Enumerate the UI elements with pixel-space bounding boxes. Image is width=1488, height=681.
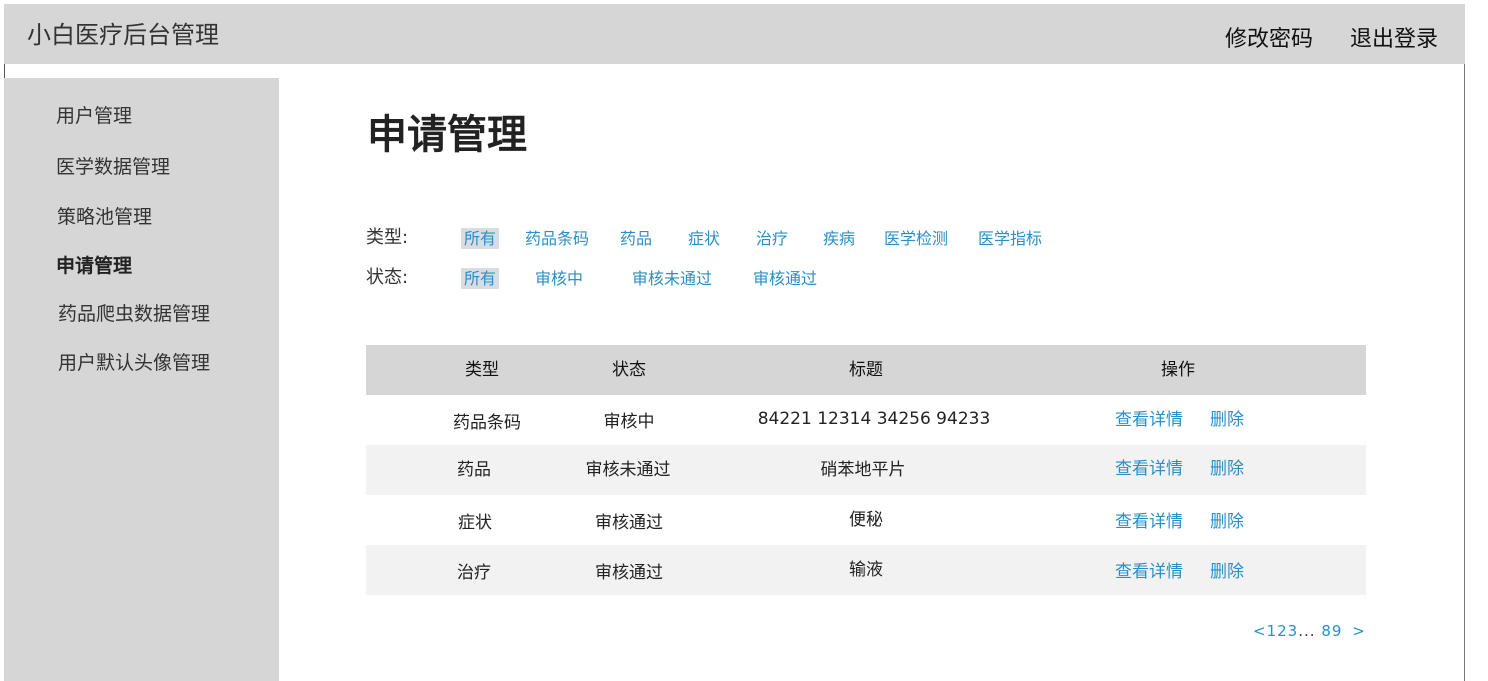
- pagination-next-button[interactable]: >: [1352, 622, 1366, 640]
- pagination: <123... 89 >: [1253, 624, 1366, 639]
- sidebar-nav: 用户管理 医学数据管理 策略池管理 申请管理 药品爬虫数据管理 用户默认头像管理: [4, 78, 279, 681]
- column-header-status: 状态: [612, 360, 646, 380]
- row-status: 审核未通过: [585, 460, 671, 480]
- row-title: 硝苯地平片: [820, 460, 906, 480]
- frame-right-border: [1464, 64, 1465, 681]
- sidebar-item-application-management[interactable]: 申请管理: [56, 257, 132, 276]
- status-filter-reviewing[interactable]: 审核中: [532, 268, 586, 289]
- change-password-link[interactable]: 修改密码: [1225, 29, 1313, 51]
- row-title: 84221 12314 34256 94233: [757, 409, 991, 429]
- status-filter-rejected[interactable]: 审核未通过: [629, 268, 715, 289]
- row-type: 药品条码: [453, 413, 521, 433]
- row-title: 便秘: [849, 510, 883, 530]
- type-filter-label: 类型:: [366, 227, 409, 248]
- view-details-link[interactable]: 查看详情: [1115, 461, 1183, 478]
- row-type: 症状: [458, 513, 492, 533]
- type-filter-symptom[interactable]: 症状: [685, 228, 723, 249]
- delete-link[interactable]: 删除: [1210, 514, 1244, 531]
- type-filter-drug[interactable]: 药品: [617, 228, 655, 249]
- table-header: 类型 状态 标题 操作: [366, 345, 1366, 395]
- pagination-page-2[interactable]: 2: [1277, 622, 1288, 640]
- pagination-page-1[interactable]: 1: [1267, 622, 1278, 640]
- row-title: 输液: [849, 560, 883, 580]
- row-type: 药品: [457, 460, 491, 480]
- sidebar-item-user-management[interactable]: 用户管理: [56, 107, 132, 126]
- column-header-actions: 操作: [1161, 360, 1195, 380]
- sidebar-item-default-avatar[interactable]: 用户默认头像管理: [58, 354, 210, 373]
- pagination-ellipsis: ...: [1298, 622, 1316, 640]
- view-details-link[interactable]: 查看详情: [1115, 412, 1183, 429]
- logout-link[interactable]: 退出登录: [1350, 29, 1438, 51]
- status-filter-label: 状态:: [366, 267, 409, 288]
- view-details-link[interactable]: 查看详情: [1115, 514, 1183, 531]
- frame-left-border: [4, 64, 5, 78]
- type-filter-disease[interactable]: 疾病: [820, 228, 858, 249]
- sidebar-item-medical-data[interactable]: 医学数据管理: [56, 158, 170, 177]
- column-header-type: 类型: [465, 360, 499, 380]
- status-filter-all[interactable]: 所有: [461, 268, 500, 289]
- type-filter-treatment[interactable]: 治疗: [753, 228, 791, 249]
- sidebar-item-strategy-pool[interactable]: 策略池管理: [57, 208, 152, 227]
- type-filter-drug-barcode[interactable]: 药品条码: [522, 228, 592, 249]
- type-filter-medical-indicator[interactable]: 医学指标: [975, 228, 1045, 249]
- delete-link[interactable]: 删除: [1210, 461, 1244, 478]
- pagination-page-9[interactable]: 9: [1332, 622, 1343, 640]
- delete-link[interactable]: 删除: [1210, 412, 1244, 429]
- delete-link[interactable]: 删除: [1210, 564, 1244, 581]
- pagination-page-8[interactable]: 8: [1321, 622, 1332, 640]
- view-details-link[interactable]: 查看详情: [1115, 564, 1183, 581]
- column-header-title: 标题: [849, 360, 883, 380]
- row-status: 审核中: [603, 412, 655, 432]
- table-row: 药品条码 审核中 84221 12314 34256 94233 查看详情 删除: [366, 395, 1366, 445]
- pagination-page-3[interactable]: 3: [1288, 622, 1299, 640]
- sidebar-item-drug-crawler-data[interactable]: 药品爬虫数据管理: [58, 305, 210, 324]
- type-filter-all[interactable]: 所有: [461, 228, 500, 249]
- page-title: 申请管理: [367, 112, 527, 158]
- table-row: 药品 审核未通过 硝苯地平片 查看详情 删除: [366, 445, 1366, 495]
- status-filter-approved[interactable]: 审核通过: [750, 268, 820, 289]
- table-row: 症状 审核通过 便秘 查看详情 删除: [366, 495, 1366, 545]
- row-status: 审核通过: [595, 513, 663, 533]
- pagination-prev-button[interactable]: <: [1253, 622, 1267, 640]
- type-filter-medical-test[interactable]: 医学检测: [881, 228, 951, 249]
- row-type: 治疗: [457, 563, 491, 583]
- table-row: 治疗 审核通过 输液 查看详情 删除: [366, 545, 1366, 595]
- top-header-bar: 小白医疗后台管理 修改密码 退出登录: [4, 4, 1465, 64]
- row-status: 审核通过: [595, 563, 663, 583]
- app-title: 小白医疗后台管理: [27, 21, 219, 49]
